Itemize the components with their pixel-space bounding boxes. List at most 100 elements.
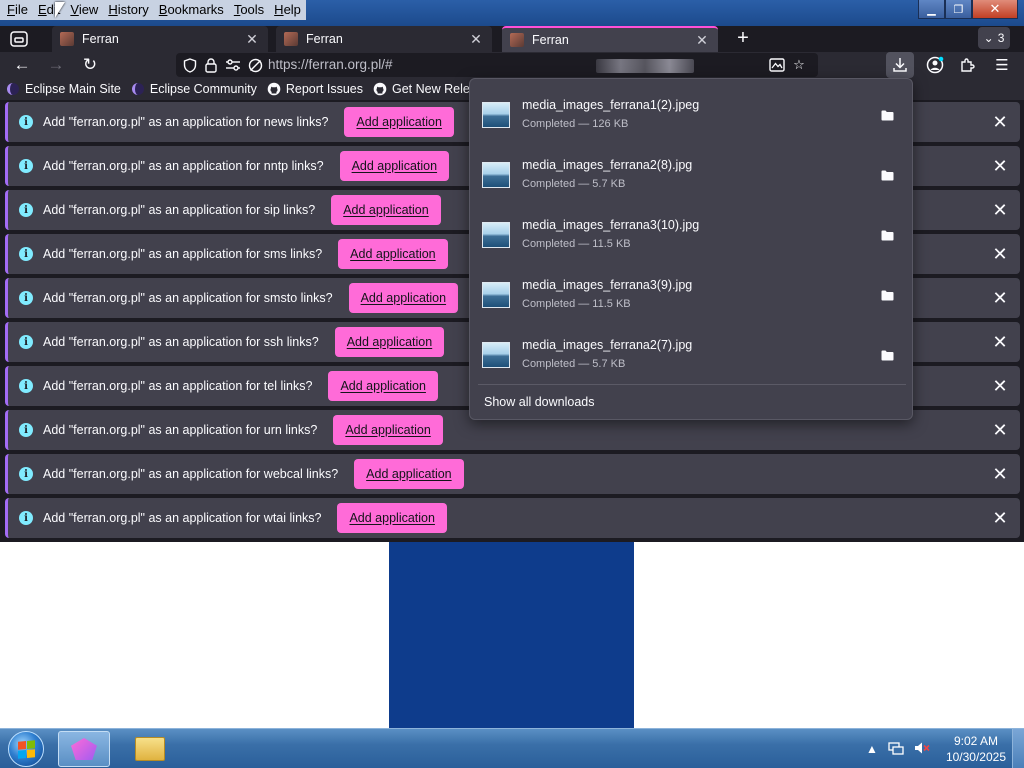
image-file-icon <box>482 102 510 128</box>
puzzle-icon <box>961 58 975 72</box>
add-application-button[interactable]: Add application <box>337 503 447 533</box>
app-menu-button[interactable]: ☰ <box>989 52 1015 78</box>
lock-icon[interactable] <box>202 56 220 74</box>
navigation-bar: ← → ↻ https://ferran.org.pl/# ☆ ☰ <box>0 52 1024 78</box>
download-item[interactable]: media_images_ferrana1(2).jpeg Completed … <box>470 89 914 149</box>
download-item[interactable]: media_images_ferrana2(8).jpg Completed —… <box>470 149 914 209</box>
info-icon: i <box>19 291 33 305</box>
menu-bookmarks[interactable]: Bookmarks <box>154 0 229 20</box>
network-icon[interactable] <box>888 741 904 758</box>
forward-button[interactable]: → <box>43 52 69 78</box>
bookmark-eclipse-community[interactable]: Eclipse Community <box>131 82 257 96</box>
menu-view[interactable]: View <box>65 0 103 20</box>
minimize-button[interactable]: ▁ <box>918 0 945 19</box>
menu-help[interactable]: Help <box>269 0 306 20</box>
show-all-downloads-button[interactable]: Show all downloads <box>484 395 595 409</box>
clock-time: 9:02 AM <box>953 734 998 748</box>
close-icon[interactable]: ✕ <box>990 112 1010 132</box>
volume-muted-icon[interactable] <box>914 741 930 758</box>
download-item[interactable]: media_images_ferrana3(10).jpg Completed … <box>470 209 914 269</box>
add-application-button[interactable]: Add application <box>344 107 454 137</box>
add-application-button[interactable]: Add application <box>354 459 464 489</box>
add-application-button[interactable]: Add application <box>339 151 450 181</box>
downloads-button[interactable] <box>886 52 914 78</box>
notification-text: Add "ferran.org.pl" as an application fo… <box>43 203 316 217</box>
hamburger-menu-icon: ☰ <box>995 57 1009 74</box>
info-icon: i <box>19 115 33 129</box>
add-application-button[interactable]: Add application <box>338 239 448 269</box>
firefox-view-button[interactable] <box>6 27 32 51</box>
back-button[interactable]: ← <box>9 52 35 78</box>
start-button[interactable] <box>4 729 48 768</box>
taskbar-browser-button[interactable] <box>58 731 110 767</box>
add-application-button[interactable]: Add application <box>334 327 445 357</box>
folder-icon[interactable] <box>876 344 898 366</box>
tab-1[interactable]: Ferran ✕ <box>52 26 268 52</box>
tab-close-icon[interactable]: ✕ <box>242 31 262 48</box>
bookmark-label: Eclipse Main Site <box>25 82 121 96</box>
download-status: Completed — 11.5 KB <box>522 298 631 310</box>
notification-text: Add "ferran.org.pl" as an application fo… <box>43 467 339 481</box>
add-application-button[interactable]: Add application <box>348 283 459 313</box>
window-controls: ▁ ❐ ✕ <box>918 0 1018 19</box>
folder-icon[interactable] <box>876 164 898 186</box>
add-application-button[interactable]: Add application <box>328 371 438 401</box>
eclipse-icon <box>6 82 20 96</box>
bookmark-eclipse-main-site[interactable]: Eclipse Main Site <box>6 82 121 96</box>
menu-tools[interactable]: Tools <box>229 0 269 20</box>
forward-arrow-icon: → <box>47 55 65 74</box>
download-status: Completed — 126 KB <box>522 118 629 130</box>
menu-file[interactable]: File <box>2 0 33 20</box>
folder-icon <box>135 737 165 761</box>
close-icon[interactable]: ✕ <box>990 288 1010 308</box>
tab-3-active[interactable]: Ferran ✕ <box>502 26 718 52</box>
clock-date: 10/30/2025 <box>945 750 1006 764</box>
close-icon[interactable]: ✕ <box>990 376 1010 396</box>
folder-icon[interactable] <box>876 284 898 306</box>
reader-view-icon[interactable] <box>768 56 786 74</box>
bookmark-label: Eclipse Community <box>149 82 257 96</box>
close-icon[interactable]: ✕ <box>990 420 1010 440</box>
close-icon[interactable]: ✕ <box>990 464 1010 484</box>
download-arrow-icon <box>893 58 907 72</box>
url-text[interactable]: https://ferran.org.pl/# <box>268 57 393 72</box>
permissions-icon[interactable] <box>224 56 242 74</box>
close-icon[interactable]: ✕ <box>990 332 1010 352</box>
tracking-blocked-icon[interactable] <box>246 56 264 74</box>
tab-close-icon[interactable]: ✕ <box>692 32 712 49</box>
notification-text: Add "ferran.org.pl" as an application fo… <box>43 247 323 261</box>
close-icon[interactable]: ✕ <box>990 156 1010 176</box>
account-button[interactable] <box>922 52 948 78</box>
clock[interactable]: 9:02 AM 10/30/2025 <box>946 733 1006 765</box>
extensions-button[interactable] <box>955 52 981 78</box>
show-desktop-button[interactable] <box>1012 729 1024 768</box>
browser-logo-icon <box>71 738 97 760</box>
show-hidden-icons-icon[interactable]: ▲ <box>866 742 878 756</box>
url-bar[interactable]: https://ferran.org.pl/# ☆ <box>176 53 818 77</box>
add-application-button[interactable]: Add application <box>331 195 441 225</box>
bookmark-report-issues[interactable]: Report Issues <box>267 82 363 96</box>
close-icon[interactable]: ✕ <box>990 508 1010 528</box>
download-item[interactable]: media_images_ferrana2(7).jpg Completed —… <box>470 329 914 389</box>
menu-history[interactable]: History <box>103 0 153 20</box>
tab-favicon-icon <box>284 32 298 46</box>
shield-icon[interactable] <box>181 56 199 74</box>
close-window-button[interactable]: ✕ <box>972 0 1018 19</box>
add-application-button[interactable]: Add application <box>333 415 443 445</box>
taskbar-explorer-button[interactable] <box>124 731 176 767</box>
folder-icon[interactable] <box>876 104 898 126</box>
list-all-tabs-button[interactable]: ⌄ 3 <box>978 27 1010 49</box>
notification-text: Add "ferran.org.pl" as an application fo… <box>43 335 319 349</box>
download-filename: media_images_ferrana3(10).jpg <box>522 218 700 232</box>
new-tab-button[interactable]: + <box>732 27 754 51</box>
tab-close-icon[interactable]: ✕ <box>466 31 486 48</box>
menu-history-label: istory <box>117 2 149 17</box>
maximize-button[interactable]: ❐ <box>945 0 972 19</box>
close-icon[interactable]: ✕ <box>990 200 1010 220</box>
folder-icon[interactable] <box>876 224 898 246</box>
bookmark-star-icon[interactable]: ☆ <box>790 56 808 74</box>
close-icon[interactable]: ✕ <box>990 244 1010 264</box>
download-item[interactable]: media_images_ferrana3(9).jpg Completed —… <box>470 269 914 329</box>
tab-2[interactable]: Ferran ✕ <box>276 26 492 52</box>
reload-button[interactable]: ↻ <box>77 52 103 78</box>
